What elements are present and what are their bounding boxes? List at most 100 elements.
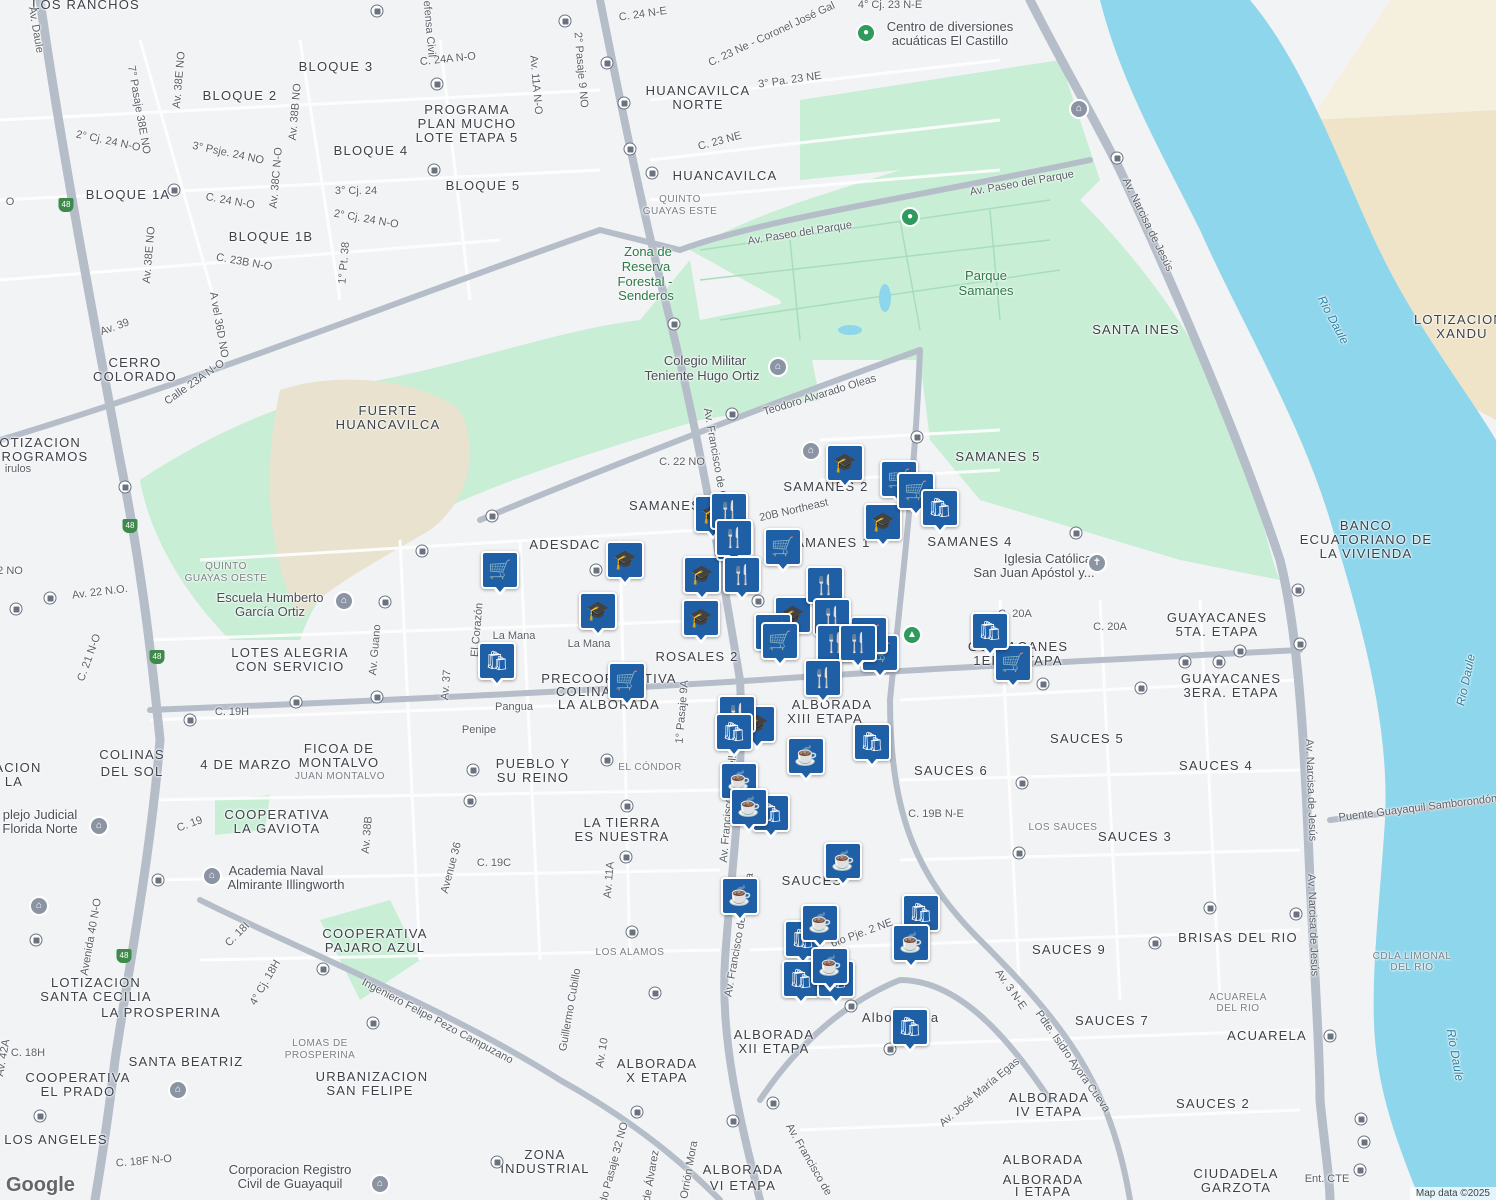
shopping-marker[interactable]: 🛍 [891, 1008, 929, 1046]
building-icon[interactable]: ⌂ [370, 1174, 390, 1194]
bus-stop-icon[interactable] [151, 873, 165, 887]
shopping-marker[interactable]: 🛍 [971, 612, 1009, 650]
cafe-marker[interactable]: ☕ [787, 737, 825, 775]
bus-stop-icon[interactable] [1178, 655, 1192, 669]
restaurant-marker[interactable]: 🍴 [804, 659, 842, 697]
bus-stop-icon[interactable] [645, 166, 659, 180]
bus-stop-icon[interactable] [1354, 1112, 1368, 1126]
school-icon[interactable]: ⌂ [768, 357, 788, 377]
bus-stop-icon[interactable] [463, 794, 477, 808]
bus-stop-icon[interactable] [118, 480, 132, 494]
shopping-marker[interactable]: 🛍 [853, 723, 891, 761]
grocery-marker[interactable]: 🛒 [761, 622, 799, 660]
bus-stop-icon[interactable] [1134, 681, 1148, 695]
cafe-marker[interactable]: ☕ [811, 947, 849, 985]
bus-stop-icon[interactable] [289, 695, 303, 709]
bus-stop-icon[interactable] [1233, 644, 1247, 658]
bus-stop-icon[interactable] [466, 763, 480, 777]
bus-stop-icon[interactable] [1036, 677, 1050, 691]
bus-stop-icon[interactable] [1012, 846, 1026, 860]
water-park-icon[interactable]: ● [856, 23, 876, 43]
bus-stop-icon[interactable] [430, 77, 444, 91]
grocery-marker[interactable]: 🛒 [481, 551, 519, 589]
bus-stop-icon[interactable] [183, 713, 197, 727]
bus-stop-icon[interactable] [427, 163, 441, 177]
bus-stop-icon[interactable] [1353, 1163, 1367, 1177]
cafe-marker[interactable]: ☕ [730, 788, 768, 826]
bus-stop-icon[interactable] [415, 544, 429, 558]
bus-stop-icon[interactable] [490, 1155, 504, 1169]
bus-stop-icon[interactable] [558, 14, 572, 28]
grocery-marker[interactable]: 🛒 [764, 528, 802, 566]
school-icon[interactable]: ⌂ [334, 591, 354, 611]
bus-stop-icon[interactable] [1289, 907, 1303, 921]
bus-stop-icon[interactable] [33, 1109, 47, 1123]
tree-icon[interactable]: ▲ [902, 625, 922, 645]
bus-stop-icon[interactable] [667, 317, 681, 331]
bus-stop-icon[interactable] [1203, 901, 1217, 915]
school-icon[interactable]: ⌂ [89, 816, 109, 836]
cafe-marker[interactable]: ☕ [801, 904, 839, 942]
school-icon[interactable]: ⌂ [202, 866, 222, 886]
bus-stop-icon[interactable] [725, 407, 739, 421]
school-icon[interactable]: ⌂ [29, 896, 49, 916]
bus-stop-icon[interactable] [766, 1096, 780, 1110]
bus-stop-icon[interactable] [844, 999, 858, 1013]
school-marker[interactable]: 🎓 [606, 541, 644, 579]
bus-stop-icon[interactable] [751, 594, 765, 608]
school-icon[interactable]: ⌂ [168, 1080, 188, 1100]
bus-stop-icon[interactable] [370, 4, 384, 18]
cafe-marker[interactable]: ☕ [892, 924, 930, 962]
map-attribution[interactable]: Map data ©2025 [1409, 1187, 1496, 1200]
bus-stop-icon[interactable] [648, 986, 662, 1000]
bus-stop-icon[interactable] [910, 430, 924, 444]
bus-stop-icon[interactable] [1212, 655, 1226, 669]
bus-stop-icon[interactable] [1110, 151, 1124, 165]
bus-stop-icon[interactable] [617, 96, 631, 110]
restaurant-marker[interactable]: 🍴 [715, 519, 753, 557]
school-icon[interactable]: ⌂ [801, 441, 821, 461]
bus-stop-icon[interactable] [726, 1114, 740, 1128]
bus-stop-icon[interactable] [1291, 583, 1305, 597]
bus-stop-icon[interactable] [600, 753, 614, 767]
school-marker[interactable]: 🎓 [579, 592, 617, 630]
shopping-marker[interactable]: 🛍 [921, 489, 959, 527]
bus-stop-icon[interactable] [43, 591, 57, 605]
bus-stop-icon[interactable] [620, 799, 634, 813]
bus-stop-icon[interactable] [589, 563, 603, 577]
cafe-marker[interactable]: ☕ [721, 877, 759, 915]
shopping-marker[interactable]: 🛍 [478, 642, 516, 680]
park-icon[interactable]: ● [900, 207, 920, 227]
cafe-marker[interactable]: ☕ [824, 842, 862, 880]
bus-stop-icon[interactable] [619, 850, 633, 864]
shopping-marker[interactable]: 🛍 [715, 713, 753, 751]
bus-stop-icon[interactable] [600, 56, 614, 70]
bus-stop-icon[interactable] [378, 595, 392, 609]
bus-stop-icon[interactable] [1293, 637, 1307, 651]
grocery-marker[interactable]: 🛒 [608, 662, 646, 700]
bus-stop-icon[interactable] [316, 962, 330, 976]
bus-stop-icon[interactable] [370, 690, 384, 704]
bus-stop-icon[interactable] [1357, 1135, 1371, 1149]
school-icon[interactable]: ⌂ [1069, 99, 1089, 119]
map-canvas[interactable]: LOS RANCHOS BLOQUE 3 BLOQUE 2 BLOQUE 4 B… [0, 0, 1496, 1200]
bus-stop-icon[interactable] [625, 925, 639, 939]
bus-stop-icon[interactable] [167, 183, 181, 197]
bus-stop-icon[interactable] [485, 509, 499, 523]
restaurant-marker[interactable]: 🍴 [723, 556, 761, 594]
church-icon[interactable]: ✝ [1087, 553, 1107, 573]
bus-stop-icon[interactable] [1148, 936, 1162, 950]
bus-stop-icon[interactable] [630, 1105, 644, 1119]
school-marker[interactable]: 🎓 [683, 556, 721, 594]
school-marker[interactable]: 🎓 [826, 444, 864, 482]
bus-stop-icon[interactable] [1015, 776, 1029, 790]
bus-stop-icon[interactable] [366, 1016, 380, 1030]
bus-stop-icon[interactable] [623, 142, 637, 156]
school-marker[interactable]: 🎓 [864, 503, 902, 541]
school-marker[interactable]: 🎓 [682, 599, 720, 637]
bus-stop-icon[interactable] [29, 933, 43, 947]
bus-stop-icon[interactable] [9, 602, 23, 616]
bus-stop-icon[interactable] [1069, 526, 1083, 540]
restaurant-marker[interactable]: 🍴 [839, 624, 877, 662]
bus-stop-icon[interactable] [1323, 1029, 1337, 1043]
